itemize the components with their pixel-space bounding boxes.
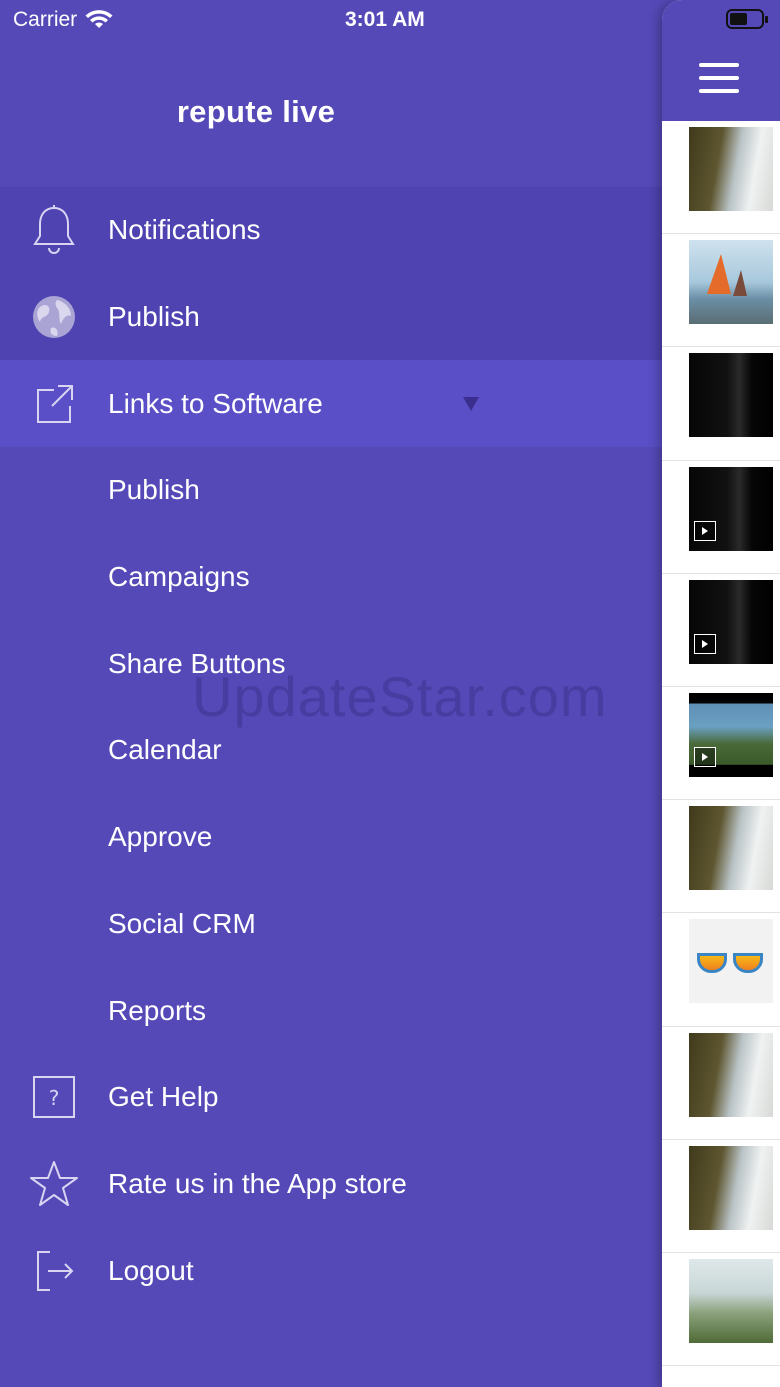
star-icon — [28, 1158, 80, 1210]
menu-item-label: Approve — [108, 821, 213, 853]
panel-header — [662, 0, 780, 121]
thumbnail-list — [662, 121, 780, 1367]
post-thumbnail — [689, 579, 773, 664]
post-thumbnail — [689, 1258, 773, 1343]
list-item[interactable] — [662, 347, 780, 461]
list-item[interactable] — [662, 913, 780, 1027]
menu-item-label: Campaigns — [108, 561, 250, 593]
menu-item-get-help[interactable]: ? Get Help — [0, 1054, 662, 1141]
list-item[interactable] — [662, 1253, 780, 1367]
menu-item-publish[interactable]: Publish — [0, 273, 662, 361]
post-thumbnail — [689, 806, 773, 891]
submenu-item-reports[interactable]: Reports — [0, 967, 662, 1054]
list-item[interactable] — [662, 1027, 780, 1140]
menu-item-logout[interactable]: Logout — [0, 1227, 662, 1314]
menu-item-label: Calendar — [108, 734, 222, 766]
list-item[interactable] — [662, 121, 780, 235]
play-icon — [694, 633, 716, 654]
status-bar: Carrier 3:01 AM — [0, 0, 662, 44]
list-item[interactable] — [662, 574, 780, 687]
bell-icon — [28, 204, 80, 256]
status-time: 3:01 AM — [345, 8, 425, 31]
list-item[interactable] — [662, 234, 780, 348]
side-menu: Carrier 3:01 AM repute live Notification… — [0, 0, 662, 1387]
logout-icon — [28, 1245, 80, 1297]
menu-item-label: Publish — [108, 301, 200, 333]
list-item[interactable] — [662, 461, 780, 574]
menu-item-label: Rate us in the App store — [108, 1167, 407, 1199]
globe-icon — [28, 291, 80, 343]
menu-item-label: Reports — [108, 994, 207, 1026]
submenu-item-approve[interactable]: Approve — [0, 794, 662, 881]
menu-item-label: Notifications — [108, 214, 261, 246]
post-thumbnail — [689, 353, 773, 438]
post-thumbnail — [689, 1145, 773, 1230]
post-thumbnail — [689, 1032, 773, 1117]
post-thumbnail — [689, 466, 773, 551]
menu-item-links-to-software[interactable]: Links to Software — [0, 360, 662, 448]
play-icon — [694, 746, 716, 767]
post-thumbnail — [689, 127, 773, 211]
post-thumbnail — [689, 692, 773, 777]
menu-item-label: Publish — [108, 474, 200, 506]
help-icon: ? — [28, 1071, 80, 1123]
post-thumbnail — [689, 240, 773, 325]
submenu-item-social-crm[interactable]: Social CRM — [0, 881, 662, 968]
list-item[interactable] — [662, 1140, 780, 1253]
external-link-icon — [28, 378, 80, 430]
menu-list: Notifications Publish Links to Software … — [0, 187, 662, 1314]
submenu-item-publish[interactable]: Publish — [0, 447, 662, 534]
carrier-indicator: Carrier — [13, 8, 113, 32]
menu-item-notifications[interactable]: Notifications — [0, 187, 662, 274]
menu-item-rate-app[interactable]: Rate us in the App store — [0, 1141, 662, 1228]
hamburger-icon[interactable] — [699, 63, 739, 93]
list-item[interactable] — [662, 687, 780, 801]
list-item[interactable] — [662, 800, 780, 914]
chevron-down-icon[interactable] — [463, 396, 479, 411]
post-thumbnail — [689, 919, 773, 1004]
menu-item-label: Links to Software — [108, 387, 323, 419]
menu-item-label: Get Help — [108, 1081, 219, 1113]
svg-text:?: ? — [49, 1086, 60, 1110]
carrier-label: Carrier — [13, 8, 78, 31]
wifi-icon — [85, 10, 113, 28]
submenu-item-campaigns[interactable]: Campaigns — [0, 534, 662, 621]
play-icon — [694, 520, 716, 541]
menu-item-label: Logout — [108, 1254, 194, 1286]
content-panel[interactable] — [662, 0, 780, 1387]
menu-title: repute live — [176, 94, 336, 129]
watermark: UpdateStar.com — [192, 665, 608, 728]
menu-item-label: Social CRM — [108, 907, 256, 939]
battery-icon — [726, 9, 768, 29]
